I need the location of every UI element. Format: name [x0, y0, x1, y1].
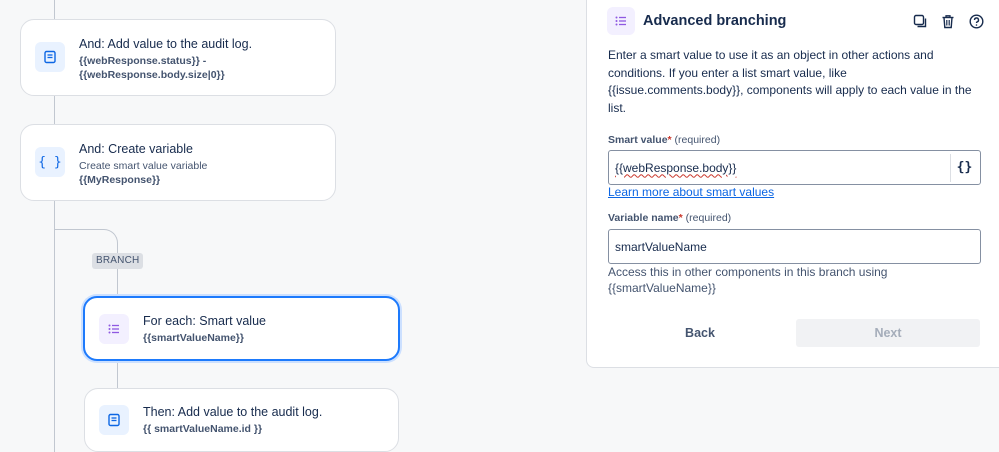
variable-help-text: Access this in other components in this …: [608, 265, 888, 295]
audit-log-action-card[interactable]: And: Add value to the audit log. {{webRe…: [20, 19, 336, 96]
variable-name-text: smartValueName: [615, 239, 707, 254]
connector-line: [117, 360, 118, 389]
card-code: {{webResponse.body.size|0}}: [79, 69, 225, 81]
list-icon: [99, 314, 129, 344]
panel-title: Advanced branching: [643, 13, 787, 29]
card-code: {{MyResponse}}: [79, 174, 161, 186]
connector-line: [54, 96, 55, 125]
help-icon[interactable]: [965, 10, 987, 32]
variable-name-input[interactable]: smartValueName: [608, 229, 981, 264]
then-audit-log-action-card[interactable]: Then: Add value to the audit log. {{ sma…: [84, 388, 399, 452]
trash-icon[interactable]: [937, 10, 959, 32]
card-title: Then: Add value to the audit log.: [143, 405, 323, 419]
panel-header: Advanced branching: [607, 7, 987, 35]
document-icon: [35, 42, 65, 72]
smart-value-insert-button[interactable]: {}: [950, 153, 978, 182]
panel-description: Enter a smart value to use it as an obje…: [608, 48, 972, 115]
document-icon: [99, 405, 129, 435]
learn-more-link[interactable]: Learn more about smart values: [608, 185, 774, 199]
connector-line: [54, 0, 55, 20]
create-variable-action-card[interactable]: { } And: Create variable Create smart va…: [20, 124, 336, 201]
card-title: And: Create variable: [79, 142, 193, 156]
next-button[interactable]: Next: [796, 319, 980, 347]
config-panel: Advanced branching Enter a smart value t…: [586, 0, 999, 368]
smart-value-input[interactable]: {{webResponse.body}} {}: [608, 150, 981, 185]
card-title: For each: Smart value: [143, 314, 266, 328]
duplicate-icon[interactable]: [909, 10, 931, 32]
card-subtitle: Create smart value variable: [79, 160, 208, 172]
card-title: And: Add value to the audit log.: [79, 37, 253, 51]
card-code: {{webResponse.status}} -: [79, 55, 207, 67]
smart-value-text: {{webResponse.body}}: [615, 160, 737, 175]
branch-label: BRANCH: [92, 253, 144, 269]
variable-name-label: Variable name* (required): [608, 212, 732, 224]
connector-line: [117, 269, 118, 297]
list-icon: [607, 7, 635, 35]
card-code: {{smartValueName}}: [143, 332, 244, 344]
back-button[interactable]: Back: [608, 319, 792, 347]
card-code: {{ smartValueName.id }}: [143, 423, 263, 435]
curly-braces-icon: { }: [35, 147, 65, 177]
smart-value-label: Smart value* (required): [608, 134, 721, 146]
for-each-branch-card[interactable]: For each: Smart value {{smartValueName}}: [83, 296, 400, 361]
